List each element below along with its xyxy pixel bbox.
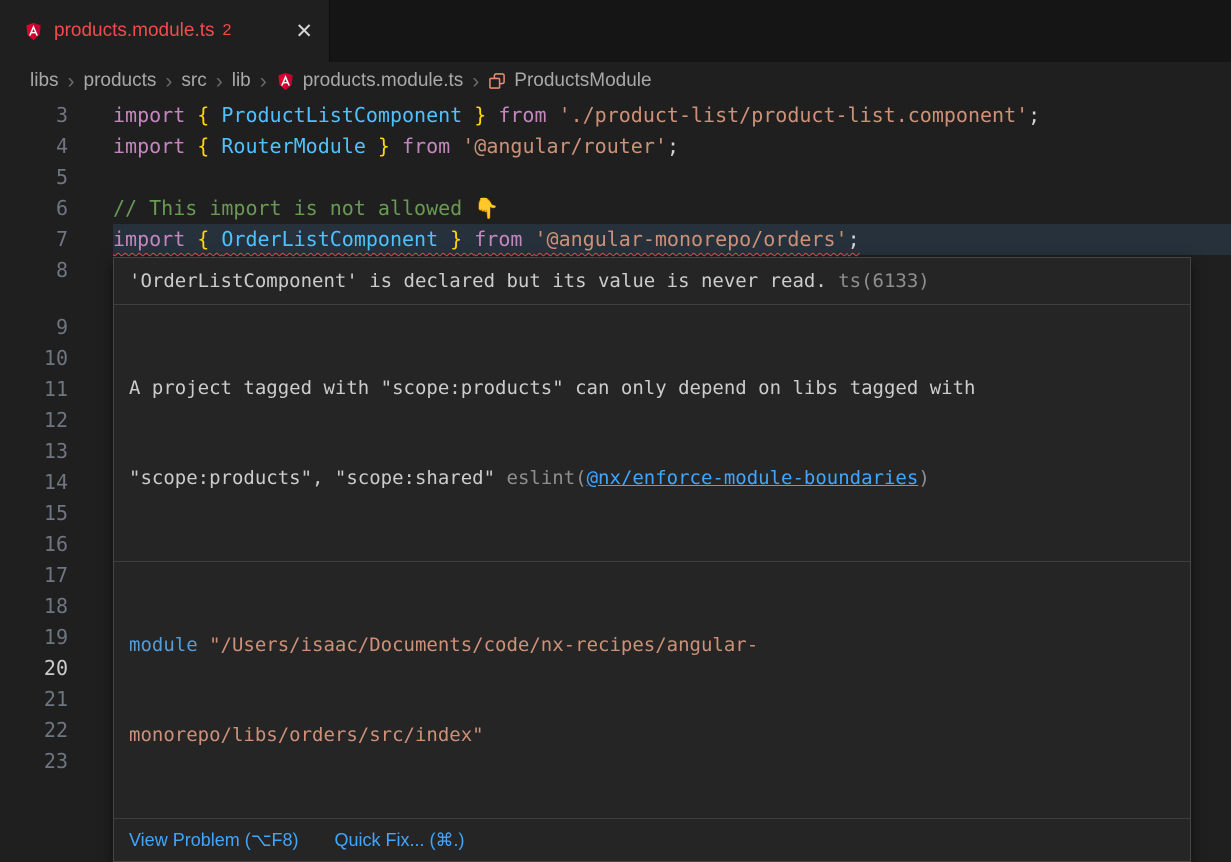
breadcrumb-label: products.module.ts [303,70,464,92]
eslint-message-line2-text: "scope:products", "scope:shared" [129,467,507,489]
chevron-right-icon: › [216,71,223,92]
eslint-source-suffix: ) [918,467,929,489]
eslint-source-prefix: eslint( [507,467,587,489]
module-path-info: module "/Users/isaac/Documents/code/nx-r… [114,562,1190,819]
quick-fix-action[interactable]: Quick Fix... (⌘.) [334,830,464,851]
line-number[interactable]: 10 [0,343,68,374]
breadcrumb-item-products[interactable]: products [84,70,157,92]
code-line-5[interactable]: 5 [0,162,1231,193]
module-keyword: module [129,634,209,656]
breadcrumb-item-products-module-ts[interactable]: products.module.ts [276,70,464,92]
line-number[interactable]: 21 [0,684,68,715]
view-problem-action[interactable]: View Problem (⌥F8) [129,830,298,851]
diagnostics-hover-popup: 'OrderListComponent' is declared but its… [113,257,1191,862]
error-line-content[interactable]: import { OrderListComponent } from '@ang… [113,224,1231,255]
line-number[interactable]: 15 [0,498,68,529]
line-number[interactable]: 6 [0,193,68,224]
breadcrumb-label: lib [232,70,251,92]
chevron-right-icon: › [68,71,75,92]
code-line-4[interactable]: 4 import { RouterModule } from '@angular/… [0,131,1231,162]
vscode-window: products.module.ts 2 ✕ libs › products › src… [0,0,1231,777]
ts-diagnostic-message: 'OrderListComponent' is declared but its… [114,258,1190,305]
ts-message-text: 'OrderListComponent' is declared but its… [129,270,827,292]
close-icon[interactable]: ✕ [295,21,313,42]
breadcrumb-item-src[interactable]: src [181,70,206,92]
tab-products-module-ts[interactable]: products.module.ts 2 ✕ [0,0,330,62]
line-number[interactable]: 5 [0,162,68,193]
line-number[interactable]: 16 [0,529,68,560]
line-number[interactable]: 9 [0,312,68,343]
line-number[interactable]: 11 [0,374,68,405]
breadcrumb-label: libs [30,70,59,92]
line-number[interactable]: 22 [0,715,68,746]
line-number[interactable]: 23 [0,746,68,777]
breadcrumb-label: src [181,70,206,92]
eslint-diagnostic-message: A project tagged with "scope:products" c… [114,305,1190,562]
eslint-message-line2: "scope:products", "scope:shared" eslint(… [129,463,1175,493]
module-path-text2: monorepo/libs/orders/src/index" [129,724,484,746]
module-path-text1: "/Users/isaac/Documents/code/nx-recipes/… [209,634,758,656]
chevron-right-icon: › [260,71,267,92]
breadcrumb: libs › products › src › lib › products.module.ts… [0,62,1231,100]
line-number[interactable]: 20 [0,653,68,684]
module-path-line1: module "/Users/isaac/Documents/code/nx-r… [129,630,1175,660]
problems-badge: 2 [223,22,232,40]
eslint-message-line1: A project tagged with "scope:products" c… [129,373,1175,403]
line-content[interactable] [113,162,1231,193]
code-line-6[interactable]: 6 // This import is not allowed 👇 [0,193,1231,224]
line-content[interactable]: // This import is not allowed 👇 [113,193,1231,224]
line-number[interactable]: 19 [0,622,68,653]
code-line-7[interactable]: 7 import { OrderListComponent } from '@an… [0,224,1231,255]
breadcrumb-item-lib[interactable]: lib [232,70,251,92]
breadcrumb-label: ProductsModule [514,70,651,92]
line-number[interactable]: 12 [0,405,68,436]
chevron-right-icon: › [165,71,172,92]
breadcrumb-label: products [84,70,157,92]
line-number[interactable]: 4 [0,131,68,162]
line-number[interactable]: 17 [0,560,68,591]
line-number[interactable]: 8 [0,255,68,312]
line-number[interactable]: 7 [0,224,68,255]
tab-filename: products.module.ts [54,20,215,42]
line-number[interactable]: 3 [0,100,68,131]
module-path-line2: monorepo/libs/orders/src/index" [129,720,1175,750]
code-line-3[interactable]: 3 import { ProductListComponent } from '.… [0,100,1231,131]
hover-status-bar: View Problem (⌥F8) Quick Fix... (⌘.) [114,819,1190,861]
eslint-rule-link[interactable]: @nx/enforce-module-boundaries [587,467,919,489]
line-content[interactable]: import { RouterModule } from '@angular/r… [113,131,1231,162]
breadcrumb-item-libs[interactable]: libs [30,70,59,92]
class-icon [488,72,506,90]
chevron-right-icon: › [472,71,479,92]
ts-error-code: ts(6133) [827,270,930,292]
line-number[interactable]: 18 [0,591,68,622]
editor-tab-bar: products.module.ts 2 ✕ [0,0,1231,62]
angular-icon [24,22,43,41]
line-number[interactable]: 14 [0,467,68,498]
angular-icon [276,72,295,91]
line-content[interactable]: import { ProductListComponent } from './… [113,100,1231,131]
line-number[interactable]: 13 [0,436,68,467]
breadcrumb-item-productsmodule[interactable]: ProductsModule [488,70,651,92]
